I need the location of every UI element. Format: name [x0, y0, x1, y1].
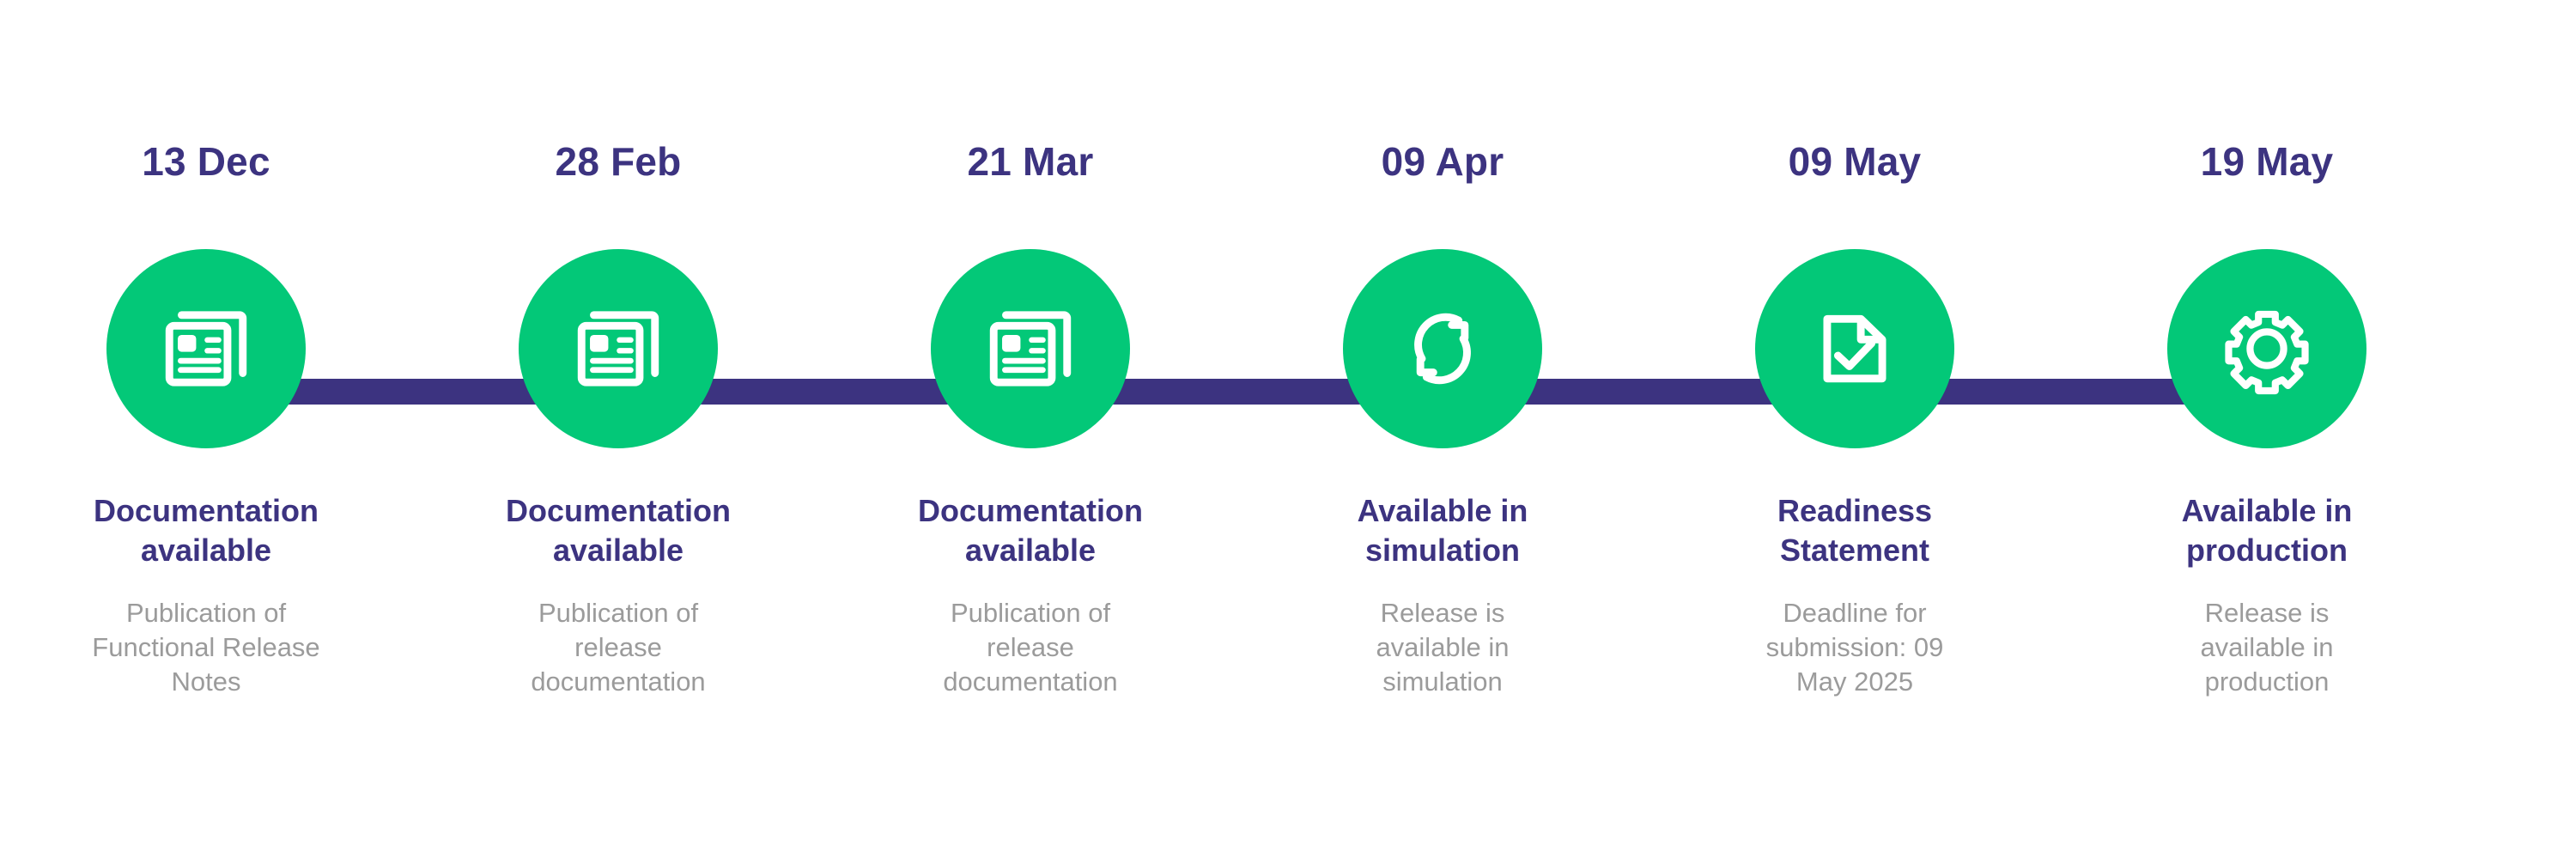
step-date: 28 Feb [555, 139, 682, 184]
step-title: Documentation available [64, 491, 348, 570]
step-desc-line1: Publication of [950, 598, 1111, 628]
step-desc-line2: Functional Release [92, 632, 320, 662]
release-timeline: 13 Dec Documentation available Publicati… [0, 0, 2576, 852]
step-desc-line1: Release is [2204, 598, 2330, 628]
step-icon-bubble[interactable] [931, 249, 1130, 448]
step-desc-line2: available in [1376, 632, 1510, 662]
step-title: Available in simulation [1301, 491, 1584, 570]
step-desc-line2: available in [2200, 632, 2334, 662]
step-icon-bubble[interactable] [1755, 249, 1954, 448]
step-icon-bubble[interactable] [1343, 249, 1542, 448]
step-title-line1: Available in [2181, 493, 2353, 528]
step-title-line2: available [964, 532, 1097, 568]
step-date: 09 Apr [1381, 139, 1504, 184]
step-date: 19 May [2200, 139, 2334, 184]
step-description: Deadline for submission: 09 May 2025 [1726, 596, 1984, 699]
step-title-line1: Documentation [505, 493, 731, 528]
sync-refresh-icon [1394, 300, 1492, 398]
step-desc-line3: documentation [943, 666, 1118, 697]
step-title-line1: Documentation [917, 493, 1143, 528]
step-title: Available in production [2125, 491, 2409, 570]
step-title-line1: Available in [1357, 493, 1528, 528]
step-title-line2: available [140, 532, 272, 568]
timeline-step-2[interactable]: 28 Feb Documentation available Publicati… [412, 0, 824, 699]
step-title-line2: available [552, 532, 684, 568]
step-icon-bubble[interactable] [2167, 249, 2366, 448]
document-check-icon [1806, 300, 1904, 398]
step-date: 09 May [1788, 139, 1922, 184]
timeline-step-6[interactable]: 19 May Available in production Release i… [2061, 0, 2473, 699]
step-title: Documentation available [477, 491, 760, 570]
timeline-step-4[interactable]: 09 Apr Available in simulation Release i… [1236, 0, 1649, 699]
step-desc-line2: release [574, 632, 662, 662]
step-desc-line3: May 2025 [1795, 666, 1914, 697]
step-description: Release is available in simulation [1314, 596, 1571, 699]
timeline-step-1[interactable]: 13 Dec Documentation available Publicati… [0, 0, 412, 699]
step-desc-line1: Release is [1380, 598, 1505, 628]
gear-icon [2218, 300, 2316, 398]
step-title-line1: Readiness [1777, 493, 1933, 528]
step-desc-line1: Publication of [125, 598, 287, 628]
timeline-step-5[interactable]: 09 May Readiness Statement Deadline for … [1649, 0, 2061, 699]
step-icon-bubble[interactable] [519, 249, 718, 448]
timeline-steps: 13 Dec Documentation available Publicati… [0, 0, 2576, 852]
step-title-line2: production [2186, 532, 2348, 568]
step-title: Documentation available [889, 491, 1172, 570]
newspaper-icon [157, 300, 255, 398]
step-desc-line2: release [987, 632, 1074, 662]
step-date: 13 Dec [142, 139, 270, 184]
step-title: Readiness Statement [1713, 491, 1996, 570]
step-title-line1: Documentation [93, 493, 319, 528]
step-title-line2: simulation [1364, 532, 1521, 568]
step-description: Release is available in production [2138, 596, 2396, 699]
step-description: Publication of Functional Release Notes [77, 596, 335, 699]
newspaper-icon [981, 300, 1079, 398]
newspaper-icon [569, 300, 667, 398]
step-desc-line3: simulation [1382, 666, 1503, 697]
step-desc-line1: Deadline for [1783, 598, 1927, 628]
step-description: Publication of release documentation [489, 596, 747, 699]
step-desc-line3: documentation [531, 666, 706, 697]
step-date: 21 Mar [967, 139, 1094, 184]
step-desc-line2: submission: 09 [1765, 632, 1944, 662]
step-desc-line1: Publication of [538, 598, 699, 628]
step-desc-line3: production [2204, 666, 2330, 697]
timeline-step-3[interactable]: 21 Mar Documentation available Publicati… [824, 0, 1236, 699]
step-icon-bubble[interactable] [106, 249, 306, 448]
step-title-line2: Statement [1779, 532, 1930, 568]
step-desc-line3: Notes [171, 666, 241, 697]
step-description: Publication of release documentation [902, 596, 1159, 699]
